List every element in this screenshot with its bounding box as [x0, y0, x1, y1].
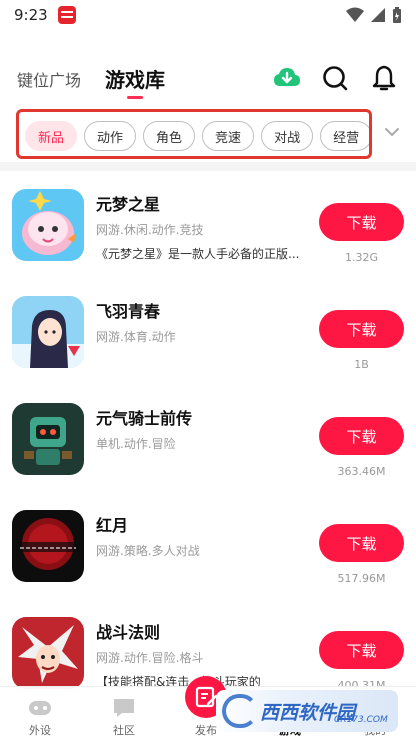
- status-bar: 9:23: [0, 0, 416, 30]
- app-notification-icon: [57, 6, 76, 24]
- category-chip-row: 新品 动作 角色 竞速 对战 经营: [25, 121, 369, 151]
- chip-management[interactable]: 经营: [320, 121, 369, 151]
- game-tags: 网游.体育.动作: [96, 330, 176, 344]
- game-description: 《元梦之星》是一款人手必备的正版...: [96, 247, 300, 261]
- status-time: 9:23: [14, 6, 48, 24]
- list-item[interactable]: 元气骑士前传 单机.动作.冒险 下载 363.46M: [0, 385, 416, 492]
- cloud-download-icon: [274, 68, 300, 86]
- chip-action[interactable]: 动作: [84, 121, 137, 151]
- community-icon: [114, 699, 134, 717]
- redmoon-icon[interactable]: [12, 510, 84, 582]
- battery-icon: [393, 6, 401, 23]
- tab-label: 社区: [113, 724, 135, 737]
- soul-knight-icon[interactable]: [12, 403, 84, 475]
- download-button[interactable]: 下载: [319, 310, 404, 348]
- tab-game-library[interactable]: 游戏库: [105, 64, 165, 93]
- game-title: 红月: [96, 516, 129, 535]
- expand-categories-button[interactable]: [380, 120, 404, 144]
- search-icon: [323, 66, 348, 91]
- category-highlight-frame: 新品 动作 角色 竞速 对战 经营: [16, 109, 372, 159]
- tab-keymap-square[interactable]: 键位广场: [17, 67, 81, 91]
- list-item[interactable]: 飞羽青春 网游.体育.动作 下载 1B: [0, 278, 416, 385]
- yuanmeng-star-icon[interactable]: [12, 189, 84, 261]
- game-size: 1.32G: [344, 251, 379, 264]
- status-indicators: [346, 6, 402, 24]
- game-title: 元梦之星: [96, 195, 161, 214]
- wifi-icon: [346, 7, 364, 22]
- cloud-download-button[interactable]: [273, 64, 301, 92]
- game-size: 1B: [354, 358, 369, 371]
- watermark: 西西软件园 CR173.COM: [216, 690, 398, 732]
- publish-icon: [195, 686, 218, 708]
- download-button[interactable]: 下载: [319, 524, 404, 562]
- tab-peripherals[interactable]: 外设: [10, 687, 70, 740]
- section-divider: [0, 162, 416, 171]
- list-item[interactable]: 元梦之星 网游.休闲.动作.竞技 《元梦之星》是一款人手必备的正版... 下载 …: [0, 171, 416, 278]
- chip-racing[interactable]: 竞速: [202, 121, 255, 151]
- category-filter-bar: 新品 动作 角色 竞速 对战 经营: [0, 106, 416, 162]
- tab-label: 外设: [29, 724, 51, 737]
- download-button[interactable]: 下载: [319, 631, 404, 669]
- download-button[interactable]: 下载: [319, 203, 404, 241]
- gamepad-icon: [29, 701, 51, 715]
- tab-community[interactable]: 社区: [94, 687, 154, 740]
- game-title: 飞羽青春: [96, 302, 161, 321]
- game-size: 363.46M: [337, 465, 386, 478]
- signal-icon: [371, 8, 385, 22]
- chip-battle[interactable]: 对战: [261, 121, 314, 151]
- chevron-down-icon: [385, 128, 399, 137]
- chip-rpg[interactable]: 角色: [143, 121, 196, 151]
- game-tags: 网游.动作.冒险.格斗: [96, 651, 204, 665]
- game-size: 517.96M: [337, 572, 386, 585]
- feiyu-youth-icon[interactable]: [12, 296, 84, 368]
- watermark-logo-icon: [222, 694, 258, 728]
- game-tags: 单机.动作.冒险: [96, 437, 176, 451]
- download-button[interactable]: 下载: [319, 417, 404, 455]
- battle-rules-icon[interactable]: [12, 617, 84, 689]
- search-button[interactable]: [321, 64, 349, 92]
- top-nav: 键位广场 游戏库: [0, 50, 416, 106]
- game-tags: 网游.休闲.动作.竞技: [96, 223, 204, 237]
- bell-icon: [372, 65, 396, 91]
- game-tags: 网游.策略.多人对战: [96, 544, 200, 558]
- list-item[interactable]: 红月 网游.策略.多人对战 下载 517.96M: [0, 492, 416, 599]
- active-tab-indicator: [127, 96, 143, 99]
- game-title: 战斗法则: [96, 623, 161, 642]
- watermark-site: CR173.COM: [334, 715, 388, 725]
- game-title: 元气骑士前传: [96, 409, 193, 428]
- notifications-button[interactable]: [370, 64, 398, 92]
- chip-new[interactable]: 新品: [25, 121, 78, 151]
